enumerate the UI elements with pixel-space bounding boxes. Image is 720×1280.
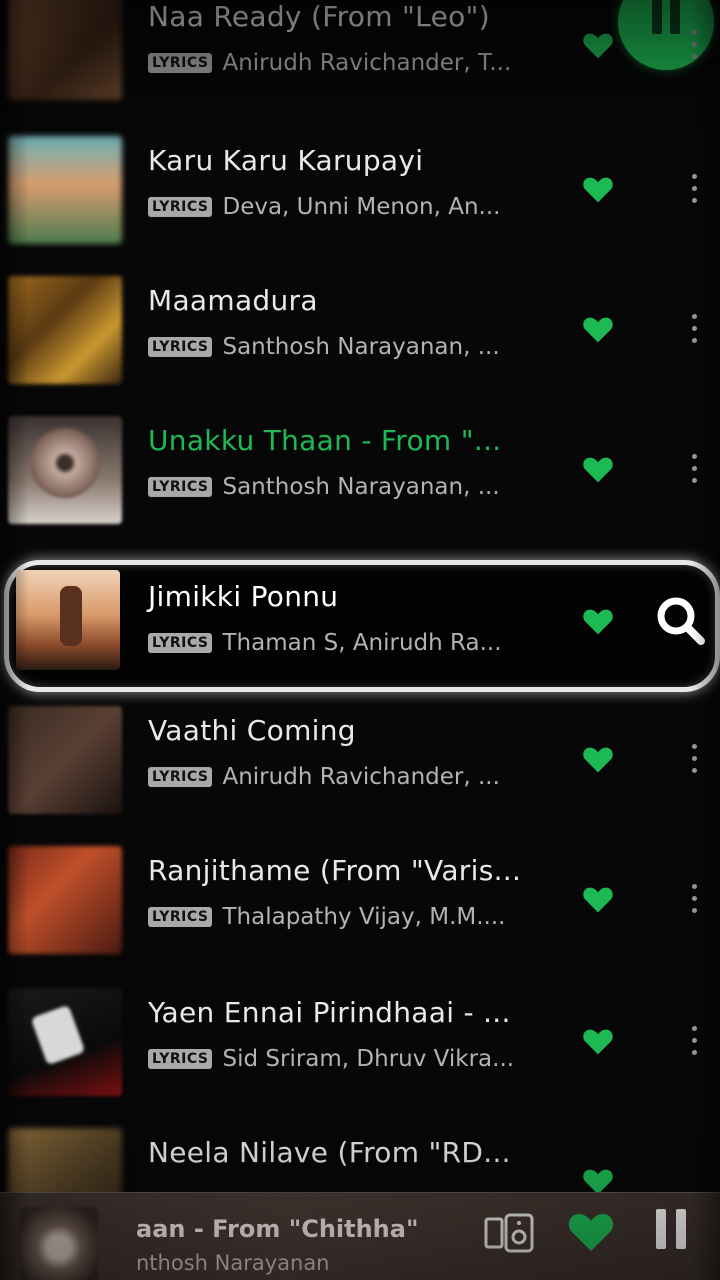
track-row[interactable]: Maamadura LYRICS Santhosh Narayanan, ... — [0, 270, 720, 390]
more-options-icon[interactable] — [690, 454, 698, 488]
lyrics-badge: LYRICS — [148, 767, 213, 787]
track-row[interactable]: Ranjithame (From "Varis... LYRICS Thalap… — [0, 840, 720, 960]
track-row[interactable]: Karu Karu Karupayi LYRICS Deva, Unni Men… — [0, 130, 720, 250]
lyrics-badge: LYRICS — [148, 633, 213, 653]
heart-icon[interactable] — [582, 454, 614, 484]
track-title: Neela Nilave (From "RD... — [148, 1136, 511, 1169]
track-title: Maamadura — [148, 284, 318, 317]
track-title: Yaen Ennai Pirindhaai - ... — [148, 996, 511, 1029]
track-row[interactable]: Jimikki Ponnu LYRICS Thaman S, Anirudh R… — [0, 560, 720, 680]
spotify-playlist-screen: Naa Ready (From "Leo") LYRICS Anirudh Ra… — [0, 0, 720, 1280]
track-title: Ranjithame (From "Varis... — [148, 854, 522, 887]
track-row[interactable]: Unakku Thaan - From "... LYRICS Santhosh… — [0, 410, 720, 530]
now-playing-art — [20, 1207, 98, 1280]
lyrics-badge: LYRICS — [148, 53, 213, 73]
album-art — [16, 570, 120, 670]
heart-icon[interactable] — [566, 1209, 616, 1253]
now-playing-title: aan - From "Chithha" — [136, 1215, 419, 1243]
track-artist: Thalapathy Vijay, M.M.... — [222, 904, 506, 930]
album-art — [8, 136, 122, 244]
track-row[interactable]: Naa Ready (From "Leo") LYRICS Anirudh Ra… — [0, 0, 720, 106]
heart-icon[interactable] — [582, 744, 614, 774]
album-art — [8, 846, 122, 954]
album-art — [8, 706, 122, 814]
more-options-icon[interactable] — [690, 744, 698, 778]
more-options-icon[interactable] — [690, 1026, 698, 1060]
track-row[interactable]: Vaathi Coming LYRICS Anirudh Ravichander… — [0, 700, 720, 820]
heart-icon[interactable] — [582, 884, 614, 914]
lyrics-badge: LYRICS — [148, 907, 213, 927]
more-options-icon[interactable] — [690, 314, 698, 348]
lyrics-badge: LYRICS — [148, 337, 213, 357]
search-icon[interactable] — [652, 592, 708, 648]
now-playing-artist: nthosh Narayanan — [136, 1251, 330, 1275]
track-artist: Santhosh Narayanan, ... — [222, 474, 500, 500]
now-playing-bar[interactable]: aan - From "Chithha" nthosh Narayanan — [0, 1192, 720, 1280]
track-artist: Anirudh Ravichander, T... — [222, 50, 512, 76]
track-title: Karu Karu Karupayi — [148, 144, 424, 177]
album-art — [8, 988, 122, 1096]
track-artist: Sid Sriram, Dhruv Vikra... — [222, 1046, 515, 1072]
pause-icon[interactable] — [654, 1209, 688, 1249]
heart-icon[interactable] — [582, 314, 614, 344]
heart-icon[interactable] — [582, 1026, 614, 1056]
lyrics-badge: LYRICS — [148, 477, 213, 497]
more-options-icon[interactable] — [690, 174, 698, 208]
track-title: Unakku Thaan - From "... — [148, 424, 502, 457]
lyrics-badge: LYRICS — [148, 197, 213, 217]
connect-device-icon[interactable] — [484, 1213, 534, 1253]
album-art — [8, 0, 122, 100]
track-artist: Santhosh Narayanan, ... — [222, 334, 500, 360]
lyrics-badge: LYRICS — [148, 1049, 213, 1069]
heart-icon[interactable] — [582, 30, 614, 60]
track-title: Vaathi Coming — [148, 714, 356, 747]
heart-icon[interactable] — [582, 174, 614, 204]
more-options-icon[interactable] — [690, 30, 698, 64]
track-title: Jimikki Ponnu — [148, 580, 339, 613]
track-row[interactable]: Yaen Ennai Pirindhaai - ... LYRICS Sid S… — [0, 982, 720, 1102]
track-title: Naa Ready (From "Leo") — [148, 0, 490, 33]
track-artist: Anirudh Ravichander, ... — [222, 764, 500, 790]
track-artist: Thaman S, Anirudh Ra... — [222, 630, 502, 656]
heart-icon[interactable] — [582, 606, 614, 636]
track-artist: Deva, Unni Menon, An... — [222, 194, 501, 220]
album-art — [8, 416, 122, 524]
more-options-icon[interactable] — [690, 884, 698, 918]
album-art — [8, 276, 122, 384]
